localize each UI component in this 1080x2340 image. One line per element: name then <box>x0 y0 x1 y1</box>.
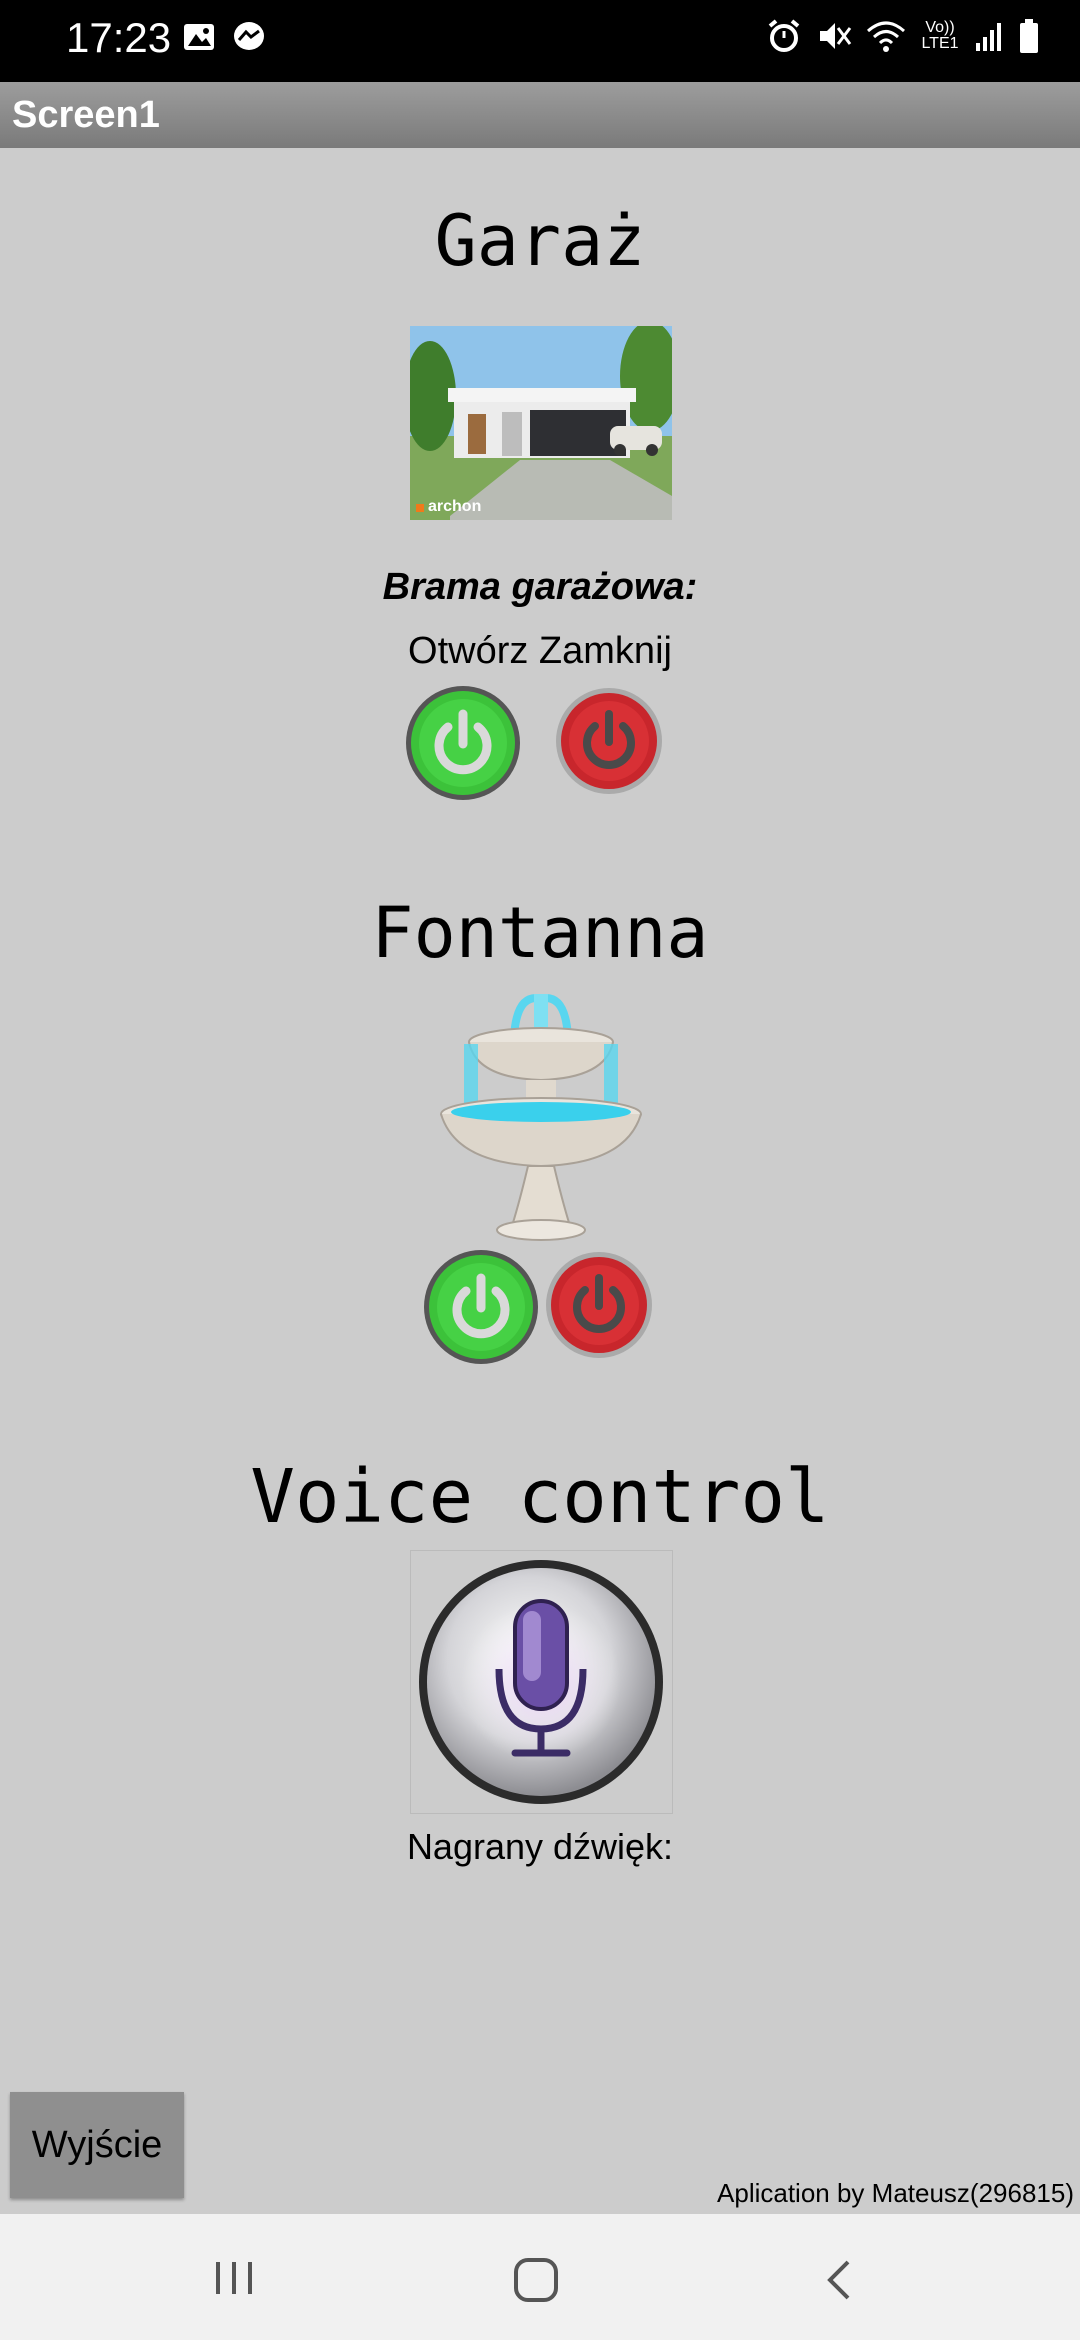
power-off-icon <box>546 1252 652 1358</box>
screen-title: Screen1 <box>12 94 160 136</box>
power-on-icon <box>406 686 520 800</box>
author-footer: Aplication by Mateusz(296815) <box>717 2178 1074 2208</box>
fountain-image <box>436 988 646 1244</box>
battery-icon <box>1020 19 1038 53</box>
home-icon[interactable] <box>512 2258 560 2302</box>
voice-record-button[interactable] <box>410 1550 673 1814</box>
status-bar: 17:23 Vo)) LTE1 <box>0 0 1080 82</box>
power-on-icon <box>424 1250 538 1364</box>
fountain-off-button[interactable] <box>544 1250 654 1360</box>
back-icon[interactable] <box>822 2258 854 2302</box>
title-bar: Screen1 <box>0 82 1080 148</box>
power-off-icon <box>556 688 662 794</box>
recent-apps-icon[interactable] <box>212 2258 256 2298</box>
garage-close-button[interactable] <box>554 686 664 796</box>
fountain-heading: Fontanna <box>371 892 709 974</box>
gate-actions-label: Otwórz Zamknij <box>408 630 672 672</box>
recorded-sound-label: Nagrany dźwięk: <box>406 1826 674 1867</box>
alarm-icon <box>768 19 800 52</box>
fountain-on-button[interactable] <box>422 1248 540 1366</box>
navigation-bar <box>0 2214 1080 2340</box>
microphone-icon <box>419 1560 663 1804</box>
garage-open-button[interactable] <box>404 684 522 802</box>
mute-icon <box>820 23 852 49</box>
image-watermark: archon <box>428 498 482 515</box>
exit-button[interactable]: Wyjście <box>10 2092 184 2198</box>
gallery-icon <box>184 24 214 50</box>
network-label: Vo)) LTE1 <box>921 19 959 52</box>
wifi-icon <box>867 21 905 52</box>
gate-label: Brama garażowa: <box>382 566 698 608</box>
signal-icon <box>976 23 1001 51</box>
status-time: 17:23 <box>66 14 172 61</box>
voice-heading: Voice control <box>250 1454 830 1540</box>
garage-heading: Garaż <box>434 200 646 282</box>
garage-image: archon <box>410 326 672 520</box>
messenger-icon <box>234 22 264 50</box>
